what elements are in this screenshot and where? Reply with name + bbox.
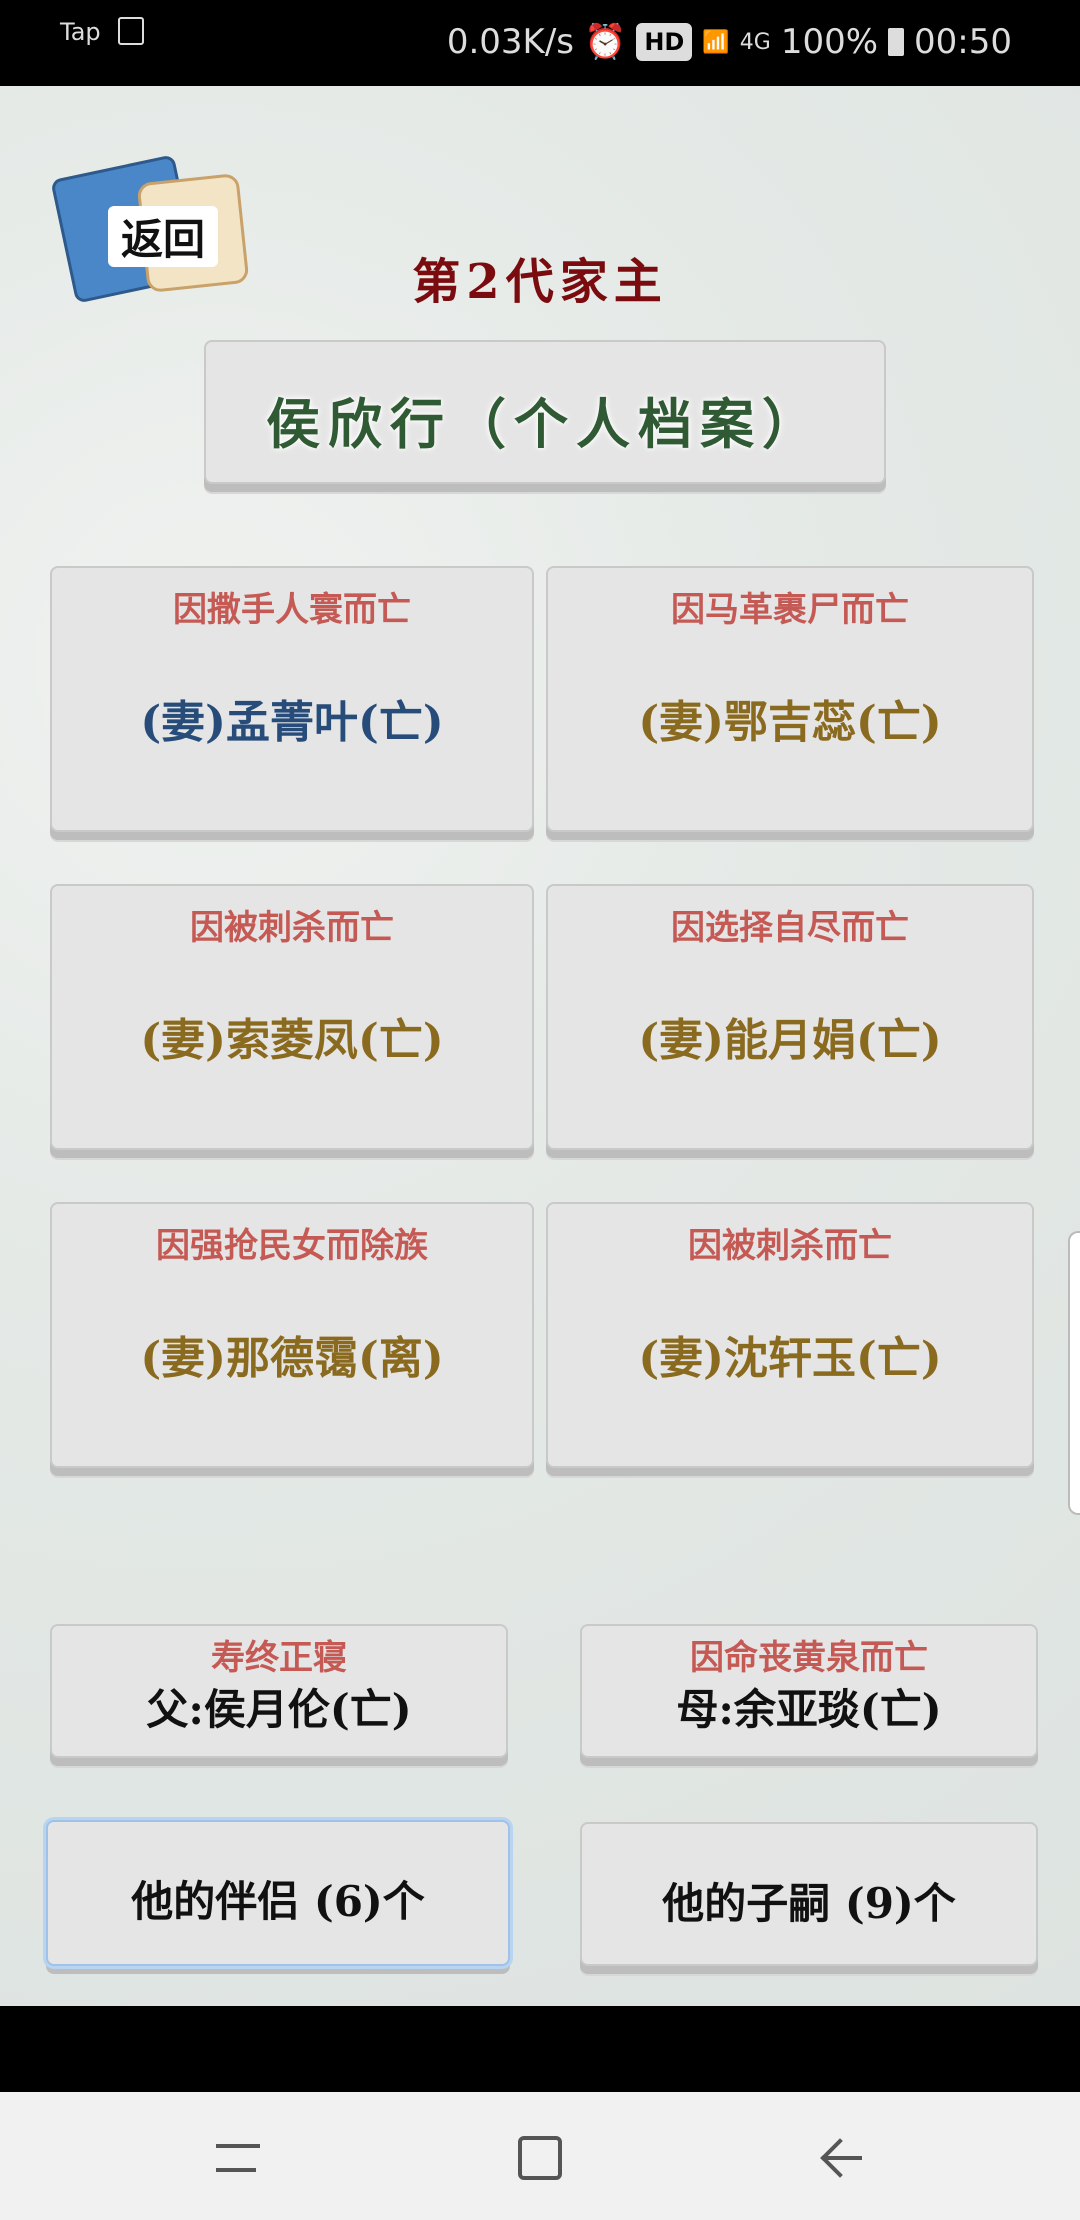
spouse-name: (妻)索菱凤(亡): [140, 1015, 444, 1066]
partners-button-label: 他的伴侣 (6)个: [131, 1877, 425, 1926]
home-icon[interactable]: [518, 2136, 562, 2180]
mother-name: 母:余亚琰(亡): [676, 1685, 942, 1734]
network-speed: 0.03K/s: [446, 22, 574, 62]
spouse-cause: 因被刺杀而亡: [688, 1226, 892, 1266]
mother-cause: 因命丧黄泉而亡: [690, 1638, 928, 1678]
spouse-cause: 因被刺杀而亡: [190, 908, 394, 948]
battery-icon: [888, 28, 905, 56]
clock: 00:50: [914, 22, 1012, 62]
tap-app-indicator: Tap: [60, 18, 101, 46]
alarm-icon: ⏰: [584, 22, 627, 62]
app-screen: 返回 第2代家主 侯欣行（个人档案） 因撒手人寰而亡 (妻)孟菁叶(亡) 因马革…: [0, 86, 1080, 2006]
father-name: 父:侯月伦(亡): [146, 1685, 412, 1734]
bottom-black-bar: [0, 2006, 1080, 2092]
status-bar: Tap 0.03K/s ⏰ HD 📶 4G 100% 00:50: [0, 0, 1080, 86]
father-card[interactable]: 寿终正寝 父:侯月伦(亡): [50, 1624, 508, 1758]
status-left: Tap: [60, 17, 145, 47]
spouse-name: (妻)鄂吉蕊(亡): [638, 697, 942, 748]
children-button[interactable]: 他的子嗣 (9)个: [580, 1822, 1038, 1966]
person-title: 侯欣行（个人档案）: [266, 392, 824, 456]
spouse-name: (妻)那德霭(离): [140, 1333, 444, 1384]
spouse-cause: 因强抢民女而除族: [156, 1226, 428, 1266]
generation-title: 第2代家主: [412, 254, 668, 310]
hd-badge: HD: [636, 23, 693, 61]
spouse-cause: 因撒手人寰而亡: [173, 590, 411, 630]
signal-4g-label: 4G: [739, 29, 771, 55]
edge-panel-handle[interactable]: [1068, 1231, 1080, 1515]
spouse-name: (妻)孟菁叶(亡): [140, 697, 444, 748]
recent-apps-icon[interactable]: [216, 2136, 260, 2180]
spouse-card[interactable]: 因强抢民女而除族 (妻)那德霭(离): [50, 1202, 534, 1468]
children-button-label: 他的子嗣 (9)个: [662, 1879, 956, 1928]
spouse-card[interactable]: 因被刺杀而亡 (妻)沈轩玉(亡): [546, 1202, 1034, 1468]
partners-button[interactable]: 他的伴侣 (6)个: [46, 1820, 510, 1966]
person-profile-button[interactable]: 侯欣行（个人档案）: [204, 340, 886, 484]
mother-card[interactable]: 因命丧黄泉而亡 母:余亚琰(亡): [580, 1624, 1038, 1758]
spouse-card[interactable]: 因被刺杀而亡 (妻)索菱凤(亡): [50, 884, 534, 1150]
spouse-name: (妻)沈轩玉(亡): [638, 1333, 942, 1384]
battery-percent: 100%: [780, 22, 879, 62]
spouse-card[interactable]: 因选择自尽而亡 (妻)能月娟(亡): [546, 884, 1034, 1150]
wifi-icon: 📶: [702, 29, 730, 55]
spouse-cause: 因马革裹尸而亡: [671, 590, 909, 630]
status-right: 0.03K/s ⏰ HD 📶 4G 100% 00:50: [447, 12, 1080, 72]
spouse-name: (妻)能月娟(亡): [638, 1015, 942, 1066]
checklist-icon: [118, 17, 145, 45]
father-cause: 寿终正寝: [211, 1638, 347, 1678]
spouse-card[interactable]: 因马革裹尸而亡 (妻)鄂吉蕊(亡): [546, 566, 1034, 832]
back-arrow-icon[interactable]: [820, 2136, 864, 2180]
spouse-cause: 因选择自尽而亡: [671, 908, 909, 948]
system-nav-bar: [0, 2092, 1080, 2220]
spouse-card[interactable]: 因撒手人寰而亡 (妻)孟菁叶(亡): [50, 566, 534, 832]
